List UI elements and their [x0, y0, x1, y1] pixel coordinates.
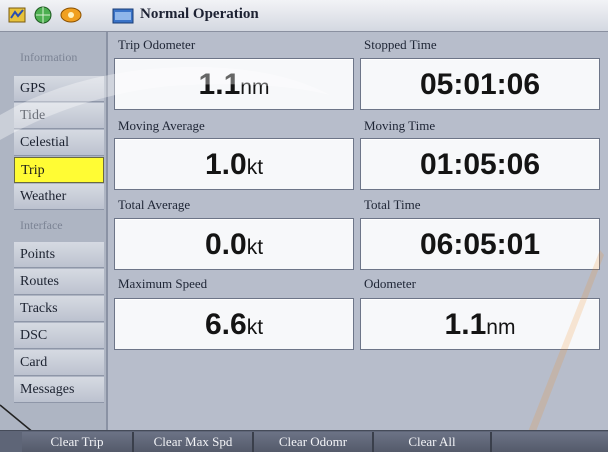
clear-trip-button[interactable]: Clear Trip: [22, 432, 134, 452]
field-number: 1.0: [204, 148, 247, 181]
field-number: 1.1: [444, 308, 487, 341]
page-title: Normal Operation: [140, 6, 259, 22]
sidebar-item-celestial[interactable]: Celestial: [14, 130, 104, 156]
sidebar-header-information: Information: [14, 44, 104, 70]
field-label-maximum-speed: Maximum Speed: [118, 276, 208, 291]
sidebar-item-messages[interactable]: Messages: [14, 377, 104, 403]
field-label-stopped-time: Stopped Time: [364, 37, 437, 52]
field-unit: nm: [486, 316, 516, 339]
field-unit: kt: [246, 316, 264, 339]
sidebar-item-card[interactable]: Card: [14, 350, 104, 376]
sidebar-item-dsc[interactable]: DSC: [14, 323, 104, 349]
field-unit: kt: [246, 236, 264, 259]
sidebar-item-tracks[interactable]: Tracks: [14, 296, 104, 322]
trip-data-panel: Trip Odometer 1.1nm Stopped Time 05:01:0…: [106, 32, 608, 430]
clear-max-speed-button[interactable]: Clear Max Spd: [134, 432, 254, 452]
field-label-odometer: Odometer: [364, 276, 416, 291]
sidebar-item-tide[interactable]: Tide: [14, 103, 104, 129]
sidebar-item-points[interactable]: Points: [14, 242, 104, 268]
field-number: 0.0: [204, 228, 247, 261]
clear-odometer-button[interactable]: Clear Odomr: [254, 432, 374, 452]
field-number: 1.1: [198, 68, 241, 101]
field-unit: nm: [240, 76, 270, 99]
field-label-moving-average: Moving Average: [118, 118, 205, 133]
clear-all-button[interactable]: Clear All: [374, 432, 492, 452]
sidebar-item-routes[interactable]: Routes: [14, 269, 104, 295]
globe-icon[interactable]: [34, 6, 52, 24]
sidebar-item-weather[interactable]: Weather: [14, 184, 104, 210]
field-number: 05:01:06: [419, 68, 541, 101]
empty-softkey: [492, 432, 608, 452]
title-bar: Normal Operation: [0, 0, 608, 32]
field-unit: kt: [246, 156, 264, 179]
device-screen: Normal Operation Information GPS Tide Ce…: [0, 0, 608, 452]
sidebar-item-trip[interactable]: Trip: [14, 157, 104, 183]
field-value-maximum-speed[interactable]: 6.6kt: [114, 298, 354, 350]
field-label-total-average: Total Average: [118, 197, 191, 212]
sidebar-item-gps[interactable]: GPS: [14, 76, 104, 102]
chart-icon[interactable]: [8, 6, 26, 24]
field-value-odometer[interactable]: 1.1nm: [360, 298, 600, 350]
field-label-total-time: Total Time: [364, 197, 421, 212]
softkey-bar: Clear Trip Clear Max Spd Clear Odomr Cle…: [0, 430, 608, 452]
field-label-trip-odometer: Trip Odometer: [118, 37, 196, 52]
field-value-total-average[interactable]: 0.0kt: [114, 218, 354, 270]
field-value-moving-average[interactable]: 1.0kt: [114, 138, 354, 190]
sidebar: Information GPS Tide Celestial Trip Weat…: [0, 32, 106, 430]
compass-icon[interactable]: [60, 6, 82, 24]
field-number: 6.6: [204, 308, 247, 341]
field-value-stopped-time[interactable]: 05:01:06: [360, 58, 600, 110]
field-value-trip-odometer[interactable]: 1.1nm: [114, 58, 354, 110]
field-number: 06:05:01: [419, 228, 541, 261]
folder-icon: [112, 8, 134, 24]
field-label-moving-time: Moving Time: [364, 118, 436, 133]
field-number: 01:05:06: [419, 148, 541, 181]
field-value-moving-time[interactable]: 01:05:06: [360, 138, 600, 190]
field-value-total-time[interactable]: 06:05:01: [360, 218, 600, 270]
sidebar-header-interface: Interface: [14, 212, 104, 238]
